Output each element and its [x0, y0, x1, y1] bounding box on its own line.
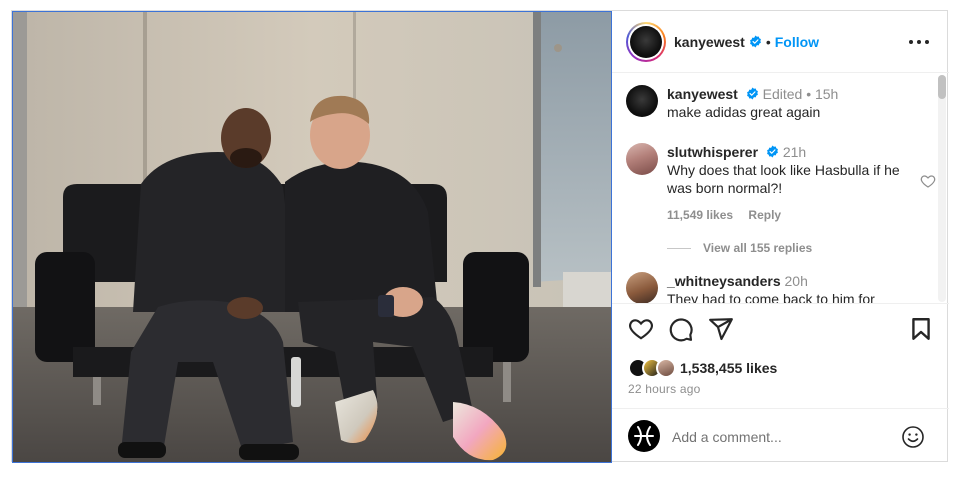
comment-meta: 20h — [784, 273, 808, 289]
caption-body: kanyewest Edited • 15h make adidas great… — [667, 85, 907, 121]
comments-scrollbar[interactable] — [938, 75, 946, 302]
author-username[interactable]: kanyewest — [674, 34, 745, 50]
post-image — [13, 12, 611, 462]
user-avatar-glyph — [634, 426, 654, 446]
add-comment-input[interactable] — [672, 427, 892, 447]
comment-actions: 11,549 likes Reply — [667, 206, 907, 224]
reply-button[interactable]: Reply — [748, 208, 781, 222]
replies-divider — [667, 247, 691, 249]
post-photo[interactable] — [12, 11, 612, 463]
caption-comment: kanyewest Edited • 15h make adidas great… — [626, 85, 926, 125]
comment-likes[interactable]: 11,549 likes — [667, 208, 733, 222]
comment-avatar[interactable] — [626, 143, 658, 175]
comment-meta: Edited • 15h — [762, 86, 839, 102]
comment-body: slutwhisperer 21h Why does that look lik… — [667, 143, 907, 224]
instagram-post: kanyewest • Follow kanyewest Edited • 15… — [11, 10, 949, 463]
comment-text: make adidas great again — [667, 104, 821, 120]
avatar-frame — [628, 23, 664, 60]
post-timestamp[interactable]: 22 hours ago — [628, 382, 700, 396]
add-comment-bar — [612, 408, 949, 463]
verified-badge-icon — [746, 87, 758, 100]
caption-avatar[interactable] — [626, 85, 658, 117]
comment-username[interactable]: kanyewest — [667, 86, 738, 102]
post-actions: 1,538,455 likes 22 hours ago — [612, 304, 949, 463]
more-options-icon[interactable] — [909, 33, 929, 51]
likes-count[interactable]: 1,538,455 likes — [680, 360, 777, 376]
current-user-avatar — [628, 420, 660, 452]
comment-body: _whitneysanders 20h They had to come bac… — [667, 272, 907, 304]
comment-username[interactable]: _whitneysanders — [667, 273, 781, 289]
action-icons — [628, 316, 934, 342]
verified-badge-icon — [749, 35, 761, 48]
bookmark-icon[interactable] — [908, 316, 934, 342]
comment-like-heart-icon[interactable] — [920, 173, 936, 189]
comment-meta: 21h — [782, 144, 807, 160]
comment-text: They had to come back to him for — [667, 291, 875, 304]
story-ring[interactable] — [626, 21, 666, 62]
comment-avatar[interactable] — [626, 272, 658, 303]
verified-badge-icon — [767, 145, 778, 158]
emoji-icon[interactable] — [901, 425, 925, 449]
view-replies-label: View all 155 replies — [703, 241, 813, 255]
likes-summary[interactable]: 1,538,455 likes — [628, 358, 777, 378]
view-replies-button[interactable]: View all 155 replies — [667, 241, 812, 255]
liker-avatar — [656, 358, 676, 378]
share-icon[interactable] — [708, 316, 734, 342]
comment-item: slutwhisperer 21h Why does that look lik… — [626, 143, 936, 233]
comment-item: _whitneysanders 20h They had to come bac… — [626, 272, 926, 304]
scrollbar-thumb[interactable] — [938, 75, 946, 99]
post-header: kanyewest • Follow — [612, 11, 949, 73]
header-separator: • — [765, 33, 771, 50]
author-avatar — [630, 25, 662, 58]
liker-avatars — [628, 358, 678, 378]
heart-icon[interactable] — [628, 316, 654, 342]
comment-icon[interactable] — [668, 316, 694, 342]
comments-list[interactable]: kanyewest Edited • 15h make adidas great… — [612, 73, 949, 304]
comment-username[interactable]: slutwhisperer — [667, 144, 758, 160]
comment-text: Why does that look like Hasbulla if he w… — [667, 162, 900, 196]
follow-button[interactable]: Follow — [775, 34, 819, 50]
post-sidebar: kanyewest • Follow kanyewest Edited • 15… — [612, 11, 949, 463]
